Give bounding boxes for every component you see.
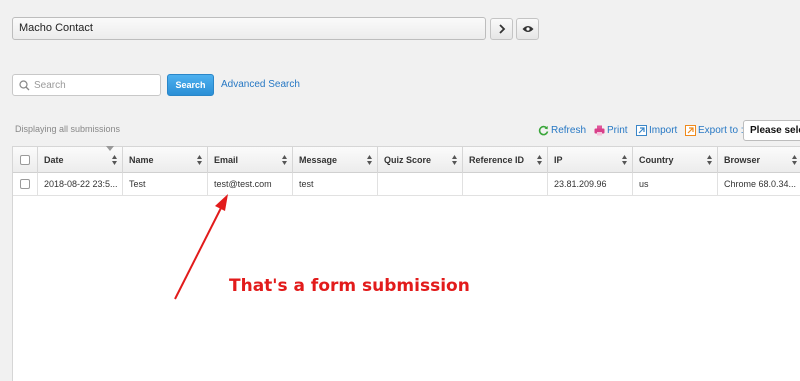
annotation-text: That's a form submission <box>229 276 470 296</box>
annotation-arrow <box>174 194 228 300</box>
